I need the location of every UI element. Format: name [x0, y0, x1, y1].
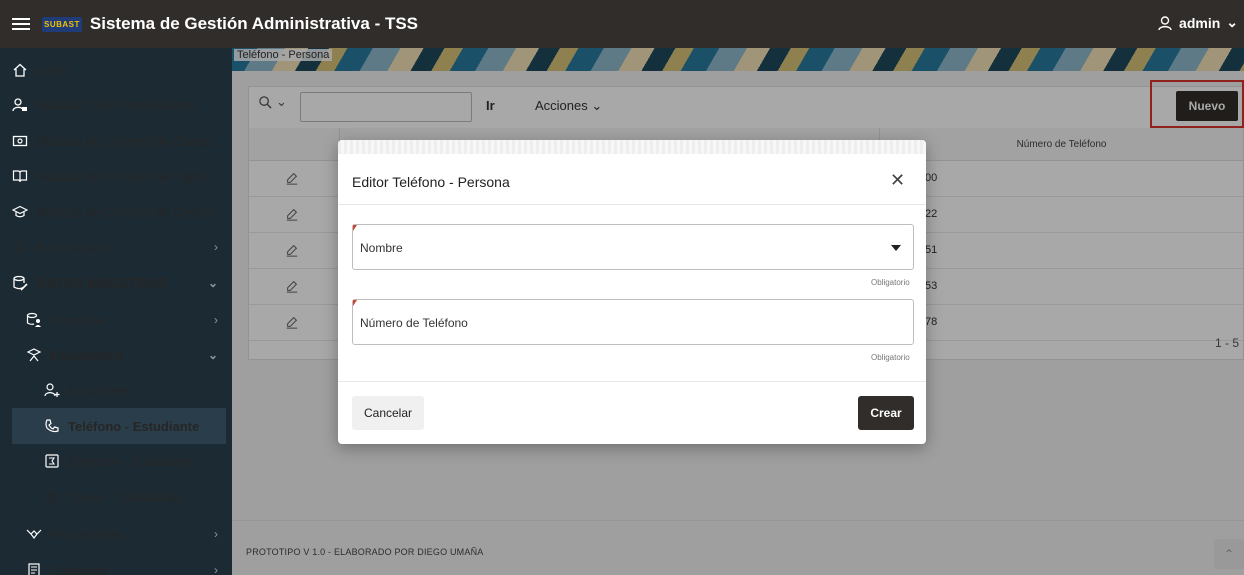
sidebar-item-label: Estudiante — [68, 382, 130, 398]
sidebar-item-label: Estudiantes — [50, 347, 124, 363]
chevron-right-icon: › — [214, 527, 218, 541]
sidebar-item-facturacion[interactable]: $ Facturación › — [0, 229, 232, 265]
username: admin — [1179, 14, 1221, 31]
book-open-icon — [12, 168, 28, 184]
sidebar-item-control-cobros[interactable]: Módulo de Control de Cobros — [0, 194, 232, 230]
sidebar-item-label: Catálogos — [50, 562, 109, 575]
required-hint: Obligatorio — [871, 278, 910, 287]
database-user-icon — [26, 312, 42, 328]
sidebar-item-correo-estudiante[interactable]: @ Correo - Estudiante — [0, 479, 232, 515]
sidebar-item-label: Módulo CxP Proveedores — [36, 97, 196, 113]
create-button[interactable]: Crear — [858, 396, 914, 430]
sidebar-item-label: Dirección - Estudiante — [68, 453, 196, 469]
dropdown-caret-icon — [891, 245, 901, 251]
sidebar-item-label: Facturación — [36, 239, 110, 255]
phone-icon — [44, 418, 60, 434]
dialog-header-pattern — [338, 140, 926, 154]
sidebar-item-inicio[interactable]: Inicio — [0, 52, 232, 88]
user-menu[interactable]: admin ⌄ — [1157, 14, 1238, 31]
sidebar-item-label: Teléfono - Estudiante — [68, 418, 200, 434]
close-icon[interactable]: ✕ — [890, 170, 905, 191]
sidebar-item-cxp-proveedores[interactable]: Módulo CxP Proveedores — [0, 87, 232, 123]
sidebar-item-label: DATOS MAESTROS — [36, 275, 167, 291]
telefono-label: Número de Teléfono — [360, 316, 468, 330]
sidebar-item-control-ingresos[interactable]: Módulo de Control de Ingre... — [0, 158, 232, 194]
dialog-title: Editor Teléfono - Persona — [352, 174, 510, 190]
sidebar-item-label: Módulo de Control de Gasto... — [36, 133, 223, 149]
database-edit-icon — [12, 275, 28, 291]
handshake-icon — [26, 526, 42, 542]
chevron-right-icon: › — [214, 240, 218, 254]
nombre-select[interactable]: Nombre — [352, 224, 914, 270]
chevron-right-icon: › — [214, 563, 218, 575]
sidebar-item-label: Módulo de Control de Cobros — [36, 204, 219, 220]
dialog-footer-divider — [338, 381, 926, 382]
chevron-down-icon: ⌄ — [207, 276, 218, 290]
home-icon — [12, 62, 28, 78]
sidebar-item-label: Personas — [50, 312, 105, 328]
sidebar-item-label: Correo - Estudiante — [68, 489, 181, 505]
sidebar-item-estudiantes[interactable]: Estudiantes ⌄ — [0, 337, 232, 373]
address-icon — [44, 453, 60, 469]
user-add-icon — [44, 382, 60, 398]
sidebar-item-personas[interactable]: Personas › — [0, 302, 232, 338]
sidebar-item-control-gastos[interactable]: Módulo de Control de Gasto... — [0, 123, 232, 159]
user-lock-icon — [12, 97, 28, 113]
catalog-icon — [26, 562, 42, 575]
sidebar-item-telefono-estudiante[interactable]: Teléfono - Estudiante — [12, 408, 226, 444]
sidebar-item-proveedores[interactable]: Proveedores › — [0, 516, 232, 552]
sidebar-item-direccion-estudiante[interactable]: Dirección - Estudiante — [0, 443, 232, 479]
sidebar-item-datos-maestros[interactable]: DATOS MAESTROS ⌄ — [0, 265, 232, 301]
sidebar-item-label: Inicio — [36, 62, 69, 78]
sidebar-item-label: Proveedores — [50, 526, 124, 542]
app-title[interactable]: Sistema de Gestión Administrativa - TSS — [90, 14, 418, 34]
required-hint: Obligatorio — [871, 353, 910, 362]
sidebar-item-label: Módulo de Control de Ingre... — [36, 168, 218, 184]
menu-icon[interactable] — [12, 18, 30, 30]
user-icon — [1158, 15, 1172, 30]
chevron-down-icon: ⌄ — [1226, 14, 1238, 30]
required-marker — [353, 225, 357, 231]
app-logo: SUBAST — [42, 16, 82, 32]
telefono-field[interactable]: Número de Teléfono — [352, 299, 914, 345]
dollar-icon: $ — [15, 238, 25, 256]
sidebar-item-estudiante[interactable]: Estudiante — [0, 372, 232, 408]
dialog-divider — [338, 204, 926, 205]
wallet-icon — [12, 133, 28, 149]
graduation-cap-icon — [12, 204, 28, 220]
student-icon — [26, 347, 42, 363]
sidebar-item-catalogos[interactable]: Catálogos › — [0, 552, 232, 575]
required-marker — [353, 300, 357, 306]
nombre-label: Nombre — [360, 241, 403, 255]
at-icon: @ — [44, 489, 60, 505]
chevron-right-icon: › — [214, 313, 218, 327]
edit-dialog: Editor Teléfono - Persona ✕ Nombre Oblig… — [338, 140, 926, 444]
top-bar: SUBAST Sistema de Gestión Administrativa… — [0, 0, 1244, 48]
cancel-button[interactable]: Cancelar — [352, 396, 424, 430]
chevron-down-icon: ⌄ — [207, 348, 218, 362]
